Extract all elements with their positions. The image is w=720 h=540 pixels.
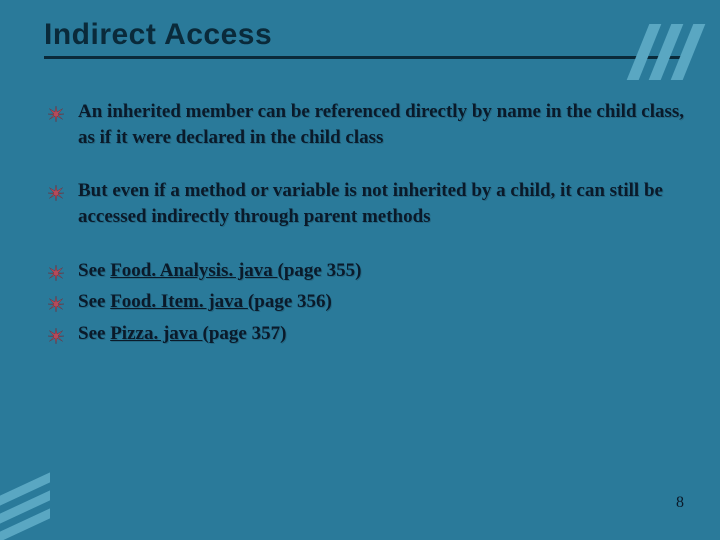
bullet-suffix: (page 357) [203,323,287,344]
title-underline [44,56,684,59]
decorative-stripes-top-right [638,24,694,80]
slide-title: Indirect Access [44,18,690,52]
starburst-icon [48,263,64,279]
bullet-text: See Food. Analysis. java (page 355) [78,258,690,284]
bullet-text: But even if a method or variable is not … [78,178,690,229]
bullet-text: An inherited member can be referenced di… [78,99,690,150]
bullet-suffix: (page 355) [278,260,362,281]
starburst-icon [48,104,64,120]
bullet-item: But even if a method or variable is not … [48,178,690,229]
bullet-item: See Food. Item. java (page 356) [48,289,690,315]
bullet-text: See Food. Item. java (page 356) [78,289,690,315]
starburst-icon [48,326,64,342]
file-link: Food. Analysis. java [110,260,277,281]
slide: Indirect Access An inherited member can … [0,0,720,540]
file-link: Food. Item. java [110,291,248,312]
bullet-list: An inherited member can be referenced di… [44,99,690,346]
bullet-suffix: (page 356) [248,291,332,312]
bullet-prefix: See [78,291,110,312]
bullet-text: See Pizza. java (page 357) [78,321,690,347]
file-link: Pizza. java [110,323,202,344]
bullet-prefix: See [78,323,110,344]
bullet-item: See Pizza. java (page 357) [48,321,690,347]
bullet-item: An inherited member can be referenced di… [48,99,690,150]
bullet-item: See Food. Analysis. java (page 355) [48,258,690,284]
starburst-icon [48,183,64,199]
bullet-prefix: See [78,260,110,281]
page-number: 8 [676,494,684,512]
starburst-icon [48,294,64,310]
decorative-stripes-bottom-left [0,484,50,530]
